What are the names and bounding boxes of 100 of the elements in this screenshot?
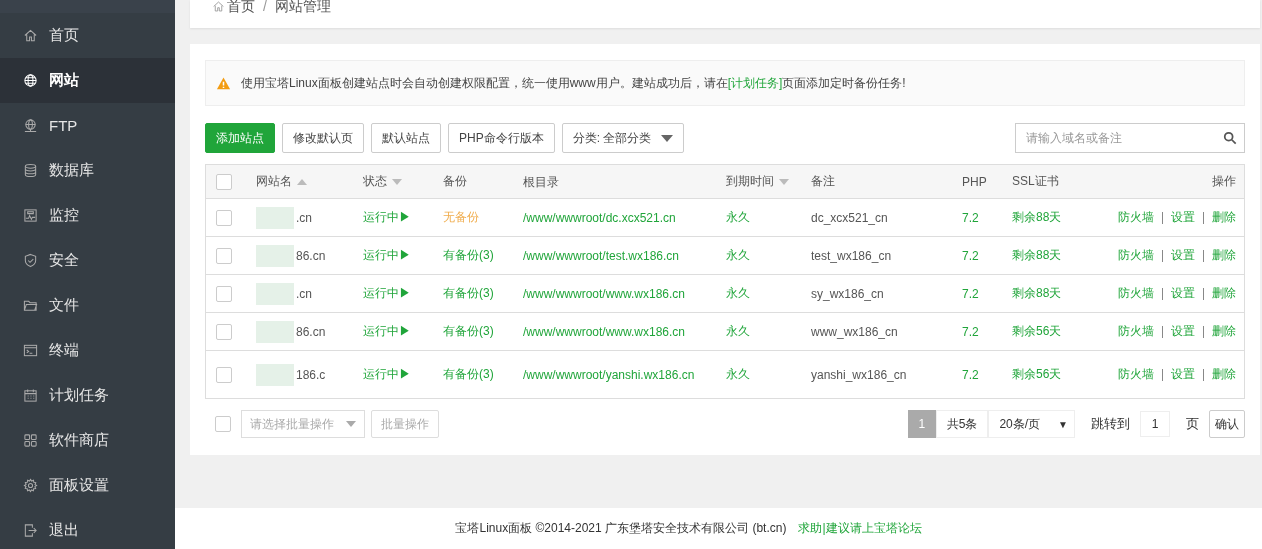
php-version-link[interactable]: 7.2 — [962, 248, 979, 263]
site-name[interactable]: 186.c — [296, 367, 326, 382]
column-header[interactable]: 网站名 — [256, 173, 292, 190]
root-path-link[interactable]: /www/wwwroot/www.wx186.cn — [523, 285, 703, 302]
batch-checkbox[interactable] — [215, 416, 231, 432]
sort-down-icon[interactable] — [779, 178, 789, 185]
toolbar-button[interactable]: 默认站点 — [371, 123, 441, 153]
sidebar-item[interactable]: 终端 — [0, 328, 175, 373]
redaction-block — [256, 282, 294, 305]
column-header: 备注 — [811, 173, 835, 190]
remark-text[interactable]: yanshi_wx186_cn — [811, 367, 907, 382]
search-icon[interactable] — [1223, 131, 1237, 145]
backup-link[interactable]: 有备份(3) — [443, 248, 494, 262]
backup-link[interactable]: 无备份 — [443, 210, 479, 224]
sidebar-item[interactable]: 软件商店 — [0, 418, 175, 463]
status-link[interactable]: 运行中▶ — [363, 210, 411, 224]
page-size-dropdown[interactable]: 20条/页 ▼ — [988, 410, 1075, 438]
row-checkbox[interactable] — [216, 209, 232, 226]
sidebar-item[interactable]: 网站 — [0, 58, 175, 103]
add-site-button[interactable]: 添加站点 — [205, 123, 275, 153]
sort-up-icon[interactable] — [297, 178, 307, 185]
status-link[interactable]: 运行中▶ — [363, 367, 411, 381]
column-header[interactable]: 状态 — [363, 173, 387, 190]
backup-link[interactable]: 有备份(3) — [443, 286, 494, 300]
action-link[interactable]: 防火墙 — [1118, 367, 1154, 381]
action-link[interactable]: 设置 — [1171, 210, 1195, 224]
action-link[interactable]: 删除 — [1212, 248, 1236, 262]
root-path-link[interactable]: /www/wwwroot/www.wx186.cn — [523, 323, 703, 340]
grid-icon — [23, 433, 38, 448]
action-link[interactable]: 防火墙 — [1118, 324, 1154, 338]
row-checkbox[interactable] — [216, 247, 232, 264]
ssl-link[interactable]: 剩余88天 — [1012, 210, 1062, 224]
expiry-link[interactable]: 永久 — [726, 248, 750, 262]
search-field[interactable]: 请输入域名或备注 — [1015, 123, 1245, 153]
select-all-checkbox[interactable] — [216, 173, 232, 190]
ssl-link[interactable]: 剩余88天 — [1012, 248, 1062, 262]
row-checkbox[interactable] — [216, 323, 232, 340]
action-link[interactable]: 防火墙 — [1118, 286, 1154, 300]
action-link[interactable]: 删除 — [1212, 210, 1236, 224]
site-name[interactable]: 86.cn — [296, 248, 326, 263]
action-link[interactable]: 删除 — [1212, 286, 1236, 300]
status-link[interactable]: 运行中▶ — [363, 248, 411, 262]
expiry-link[interactable]: 永久 — [726, 210, 750, 224]
expiry-link[interactable]: 永久 — [726, 286, 750, 300]
ssl-link[interactable]: 剩余56天 — [1012, 367, 1062, 381]
chart-icon — [23, 208, 38, 223]
remark-text[interactable]: dc_xcx521_cn — [811, 210, 888, 225]
category-dropdown[interactable]: 分类: 全部分类 — [561, 123, 685, 153]
sort-down-icon[interactable] — [392, 178, 402, 185]
action-link[interactable]: 删除 — [1212, 367, 1236, 381]
current-page-button[interactable]: 1 — [907, 410, 936, 438]
toolbar-button[interactable]: PHP命令行版本 — [448, 123, 555, 153]
php-version-link[interactable]: 7.2 — [962, 324, 979, 339]
page-input[interactable]: 1 — [1140, 411, 1170, 437]
backup-link[interactable]: 有备份(3) — [443, 324, 494, 338]
confirm-button[interactable]: 确认 — [1209, 410, 1245, 438]
root-path-link[interactable]: /www/wwwroot/test.wx186.cn — [523, 247, 703, 264]
sidebar-item[interactable]: FTP — [0, 103, 175, 148]
site-name[interactable]: 86.cn — [296, 324, 326, 339]
expiry-link[interactable]: 永久 — [726, 324, 750, 338]
expiry-link[interactable]: 永久 — [726, 367, 750, 381]
sidebar-item[interactable]: 退出 — [0, 508, 175, 549]
status-link[interactable]: 运行中▶ — [363, 286, 411, 300]
action-link[interactable]: 删除 — [1212, 324, 1236, 338]
remark-text[interactable]: test_wx186_cn — [811, 248, 892, 263]
sidebar-item[interactable]: 首页 — [0, 13, 175, 58]
row-checkbox[interactable] — [216, 366, 232, 383]
action-link[interactable]: 设置 — [1171, 248, 1195, 262]
breadcrumb-item[interactable]: 首页 — [227, 0, 255, 12]
ssl-link[interactable]: 剩余88天 — [1012, 286, 1062, 300]
remark-text[interactable]: sy_wx186_cn — [811, 286, 884, 301]
php-version-link[interactable]: 7.2 — [962, 367, 979, 382]
action-link[interactable]: 设置 — [1171, 324, 1195, 338]
status-link[interactable]: 运行中▶ — [363, 324, 411, 338]
ssl-link[interactable]: 剩余56天 — [1012, 324, 1062, 338]
sidebar-item[interactable]: 面板设置 — [0, 463, 175, 508]
action-link[interactable]: 防火墙 — [1118, 248, 1154, 262]
php-version-link[interactable]: 7.2 — [962, 286, 979, 301]
action-link[interactable]: 设置 — [1171, 367, 1195, 381]
forum-link[interactable]: 求助|建议请上宝塔论坛 — [798, 520, 922, 537]
site-name[interactable]: .cn — [296, 286, 312, 301]
sidebar-item[interactable]: 监控 — [0, 193, 175, 238]
backup-link[interactable]: 有备份(3) — [443, 367, 494, 381]
schedule-link[interactable]: [计划任务] — [727, 75, 783, 90]
toolbar-button[interactable]: 修改默认页 — [282, 123, 364, 153]
batch-action-dropdown[interactable]: 请选择批量操作 — [241, 410, 365, 438]
sidebar-item[interactable]: 文件 — [0, 283, 175, 328]
site-name[interactable]: .cn — [296, 210, 312, 225]
php-version-link[interactable]: 7.2 — [962, 210, 979, 225]
action-link[interactable]: 防火墙 — [1118, 210, 1154, 224]
sidebar-item[interactable]: 数据库 — [0, 148, 175, 193]
root-path-link[interactable]: /www/wwwroot/dc.xcx521.cn — [523, 209, 703, 226]
shield-icon — [23, 253, 38, 268]
sidebar-item[interactable]: 安全 — [0, 238, 175, 283]
sidebar-item[interactable]: 计划任务 — [0, 373, 175, 418]
action-link[interactable]: 设置 — [1171, 286, 1195, 300]
row-checkbox[interactable] — [216, 285, 232, 302]
root-path-link[interactable]: /www/wwwroot/yanshi.wx186.cn — [523, 366, 703, 383]
column-header: 根目录 — [523, 173, 560, 190]
remark-text[interactable]: www_wx186_cn — [811, 324, 898, 339]
